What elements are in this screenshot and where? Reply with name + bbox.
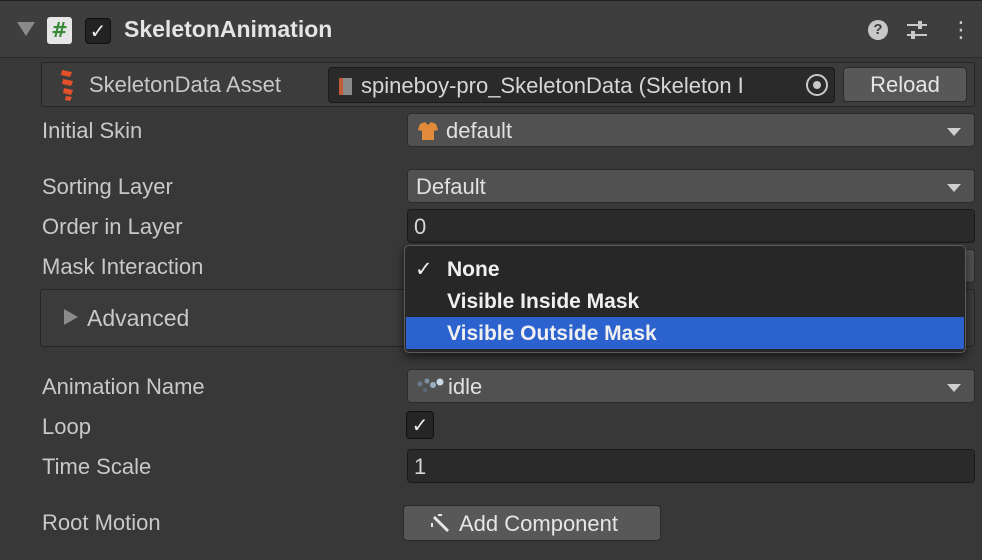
- add-component-label: Add Component: [459, 511, 618, 536]
- help-icon[interactable]: ?: [868, 20, 888, 40]
- animation-name-dropdown[interactable]: idle: [407, 369, 975, 403]
- initial-skin-value: default: [446, 118, 513, 143]
- time-scale-field[interactable]: 1: [407, 449, 975, 483]
- spine-logo-icon: [61, 70, 73, 101]
- skeleton-data-asset-field[interactable]: spineboy-pro_SkeletonData (Skeleton I: [328, 67, 835, 103]
- sorting-layer-dropdown[interactable]: Default: [407, 169, 975, 203]
- root-motion-label: Root Motion: [42, 510, 161, 535]
- skeleton-data-asset-value: spineboy-pro_SkeletonData (Skeleton I: [361, 73, 744, 98]
- popup-item-label: Visible Inside Mask: [447, 290, 640, 313]
- time-scale-label: Time Scale: [42, 454, 152, 479]
- foldout-arrow-icon[interactable]: [17, 22, 35, 36]
- foldout-arrow-icon[interactable]: [64, 309, 78, 325]
- sorting-layer-value: Default: [416, 174, 486, 199]
- order-in-layer-field[interactable]: 0: [407, 209, 975, 243]
- loop-checkbox[interactable]: ✓: [406, 411, 434, 439]
- mask-interaction-label: Mask Interaction: [42, 254, 204, 279]
- checkmark-icon: ✓: [415, 257, 433, 281]
- popup-item-none[interactable]: ✓ None: [406, 253, 964, 285]
- object-picker-icon[interactable]: [806, 74, 828, 96]
- component-title: SkeletonAnimation: [124, 16, 333, 42]
- chevron-down-icon: [947, 384, 961, 392]
- magic-wand-icon: [431, 514, 450, 533]
- add-component-button[interactable]: Add Component: [403, 505, 661, 541]
- animation-icon: [417, 378, 444, 392]
- popup-item-label: None: [447, 258, 500, 281]
- presets-icon[interactable]: [905, 19, 929, 41]
- initial-skin-dropdown[interactable]: default: [407, 113, 975, 147]
- reload-button[interactable]: Reload: [843, 67, 967, 102]
- asset-file-icon: [339, 78, 352, 95]
- popup-item-visible-inside-mask[interactable]: Visible Inside Mask: [406, 285, 964, 317]
- order-in-layer-value: 0: [414, 214, 427, 239]
- skeleton-data-asset-label: SkeletonData Asset: [89, 72, 282, 97]
- chevron-down-icon: [947, 184, 961, 192]
- loop-label: Loop: [42, 414, 91, 439]
- chevron-down-icon: [947, 128, 961, 136]
- component-menu-icon[interactable]: ⋮: [950, 18, 972, 44]
- mask-interaction-popup: ✓ None Visible Inside Mask Visible Outsi…: [404, 245, 966, 353]
- animation-name-label: Animation Name: [42, 374, 205, 399]
- advanced-label[interactable]: Advanced: [87, 305, 189, 332]
- sorting-layer-label: Sorting Layer: [42, 174, 173, 199]
- popup-item-visible-outside-mask[interactable]: Visible Outside Mask: [406, 317, 964, 349]
- initial-skin-label: Initial Skin: [42, 118, 143, 143]
- animation-name-value: idle: [448, 374, 483, 399]
- order-in-layer-label: Order in Layer: [42, 214, 183, 239]
- popup-item-label: Visible Outside Mask: [447, 322, 657, 345]
- component-enabled-checkbox[interactable]: ✓: [85, 18, 111, 44]
- skin-icon: [418, 122, 438, 140]
- time-scale-value: 1: [414, 454, 427, 479]
- script-icon: #: [47, 17, 72, 44]
